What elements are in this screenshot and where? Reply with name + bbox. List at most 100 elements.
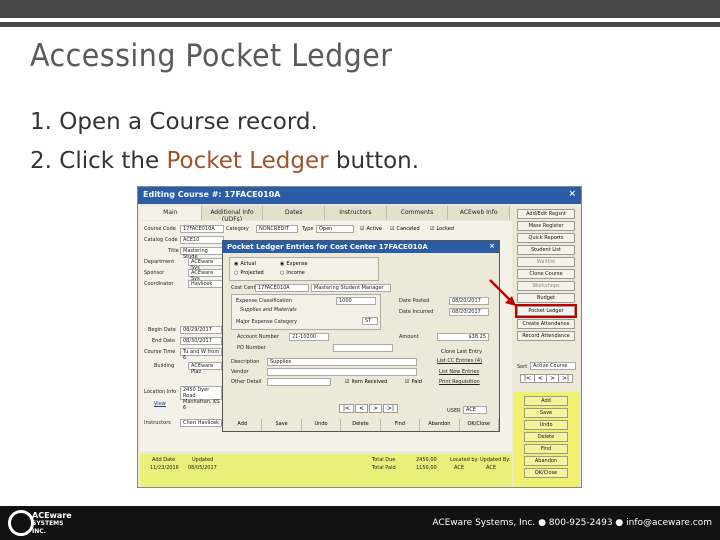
- course-totals-band: Add Date 11/23/2016 Updated 08/05/2017 T…: [140, 454, 512, 487]
- workshops-button[interactable]: Workshops: [517, 281, 575, 291]
- active-checkbox[interactable]: Active: [360, 226, 381, 232]
- budget-button[interactable]: Budget: [517, 293, 575, 303]
- find-button[interactable]: Find: [524, 444, 568, 454]
- type-select[interactable]: Open: [316, 225, 354, 233]
- account-number-label: Account Number: [237, 334, 279, 340]
- ledger-ok-close-button[interactable]: OK/Close: [459, 419, 499, 431]
- list-new-entries-button[interactable]: List New Entries: [439, 369, 479, 375]
- quick-reports-button[interactable]: Quick Reports: [517, 233, 575, 243]
- description-field[interactable]: Supplies: [267, 358, 417, 366]
- instructors-field[interactable]: Cheri Havlicek: [180, 419, 222, 427]
- begin-date-field[interactable]: 08/29/2017: [180, 326, 222, 334]
- income-radio[interactable]: Income: [280, 270, 304, 276]
- account-number-field[interactable]: 21-10200: [289, 333, 329, 341]
- projected-radio[interactable]: Projected: [234, 270, 263, 276]
- end-date-field[interactable]: 08/30/2017: [180, 337, 222, 345]
- clone-course-button[interactable]: Clone Course: [517, 269, 575, 279]
- create-attendance-button[interactable]: Create Attendance: [517, 319, 575, 329]
- ledger-last-button[interactable]: >|: [383, 404, 399, 413]
- title-field[interactable]: Mastering Stude: [180, 247, 224, 260]
- tab-additional-info[interactable]: Additional Info (UDFs): [201, 206, 264, 223]
- abandon-button[interactable]: Abandon: [524, 456, 568, 466]
- item-received-checkbox[interactable]: Item Received: [345, 379, 387, 385]
- updated-by-value: ACE: [486, 465, 496, 471]
- close-icon[interactable]: ×: [568, 189, 576, 199]
- first-record-button[interactable]: |<: [520, 374, 536, 383]
- close-icon[interactable]: ×: [489, 242, 495, 250]
- locked-checkbox[interactable]: Locked: [430, 226, 453, 232]
- expense-radio[interactable]: Expense: [280, 261, 307, 267]
- logo-text: ACEware SYSTEMS INC.: [32, 512, 72, 536]
- other-detail-field[interactable]: [267, 378, 331, 386]
- course-code-field[interactable]: 17FACE010A: [180, 225, 224, 233]
- expense-class-select[interactable]: 1000: [336, 297, 376, 305]
- mass-register-button[interactable]: Mass Register: [517, 221, 575, 231]
- po-number-label: PO Number: [237, 345, 266, 351]
- total-due-label: Total Due: [372, 457, 396, 463]
- list-cc-entries-button[interactable]: List CC Entries (4): [437, 358, 482, 364]
- ledger-next-button[interactable]: >: [369, 404, 383, 413]
- tab-comments[interactable]: Comments: [386, 206, 449, 220]
- ledger-title-bar: Pocket Ledger Entries for Cost Center 17…: [223, 241, 499, 253]
- tab-dates[interactable]: Dates: [263, 206, 326, 220]
- department-label: Department: [144, 259, 175, 265]
- student-list-button[interactable]: Student List: [517, 245, 575, 255]
- canceled-checkbox[interactable]: Canceled: [390, 226, 419, 232]
- clone-last-entry-link[interactable]: Clone Last Entry: [441, 349, 482, 355]
- last-record-button[interactable]: >|: [558, 374, 574, 383]
- date-incurred-field[interactable]: 08/20/2017: [449, 308, 489, 316]
- building-select[interactable]: ACEware Plaz: [188, 362, 222, 375]
- ledger-undo-button[interactable]: Undo: [301, 419, 342, 431]
- add-button[interactable]: Add: [524, 396, 568, 406]
- vendor-field[interactable]: [267, 368, 417, 376]
- cost-center-field[interactable]: 17FACE010A: [255, 284, 309, 292]
- actual-radio[interactable]: Actual: [234, 261, 256, 267]
- ledger-delete-button[interactable]: Delete: [341, 419, 381, 431]
- ledger-first-button[interactable]: |<: [339, 404, 355, 413]
- course-time-field[interactable]: Tu and W from 6: [180, 348, 222, 361]
- ledger-add-button[interactable]: Add: [223, 419, 263, 431]
- view-link[interactable]: View: [154, 401, 166, 407]
- save-button[interactable]: Save: [524, 408, 568, 418]
- tab-aceweb-info[interactable]: ACEweb Info: [448, 206, 511, 220]
- date-incurred-label: Date Incurred: [399, 309, 434, 315]
- po-number-field[interactable]: [333, 344, 393, 352]
- amount-field[interactable]: $38.25: [437, 333, 489, 341]
- location-field[interactable]: 2450 Dyer Road Manhattan, KS 6: [180, 386, 222, 411]
- pocket-ledger-button[interactable]: Pocket Ledger: [515, 304, 577, 318]
- ledger-save-button[interactable]: Save: [262, 419, 302, 431]
- waitlist-button[interactable]: Waitlist: [517, 257, 575, 267]
- ledger-title: Pocket Ledger Entries for Cost Center 17…: [227, 243, 428, 251]
- total-paid-value: 1150.00: [416, 465, 437, 471]
- user-label: USER: [447, 408, 461, 414]
- department-select[interactable]: ACEware Sys: [188, 258, 224, 271]
- coordinator-label: Coordinator: [144, 281, 174, 287]
- paid-checkbox[interactable]: Paid: [405, 379, 421, 385]
- tab-instructors[interactable]: Instructors: [325, 206, 387, 220]
- ledger-find-button[interactable]: Find: [380, 419, 421, 431]
- major-category-field[interactable]: ST: [362, 317, 378, 325]
- date-posted-label: Date Posted: [399, 298, 430, 304]
- major-category-label: Major Expense Category: [236, 319, 298, 325]
- entry-type-group: Actual Projected Expense Income: [229, 257, 379, 281]
- date-posted-field[interactable]: 08/20/2017: [449, 297, 489, 305]
- ledger-prev-button[interactable]: <: [355, 404, 369, 413]
- logo-circle-icon: [8, 510, 34, 536]
- ledger-abandon-button[interactable]: Abandon: [420, 419, 460, 431]
- steps-list: 1. Open a Course record. 2. Click the Po…: [30, 103, 419, 181]
- print-requisition-button[interactable]: Print Requisition: [439, 379, 480, 385]
- coordinator-select[interactable]: Havlicek: [188, 280, 224, 288]
- ok-close-button[interactable]: OK/Close: [524, 468, 568, 478]
- delete-button[interactable]: Delete: [524, 432, 568, 442]
- add-edit-regsnt-button[interactable]: Add/Edit Regsnt: [517, 209, 575, 219]
- category-select[interactable]: NONCREDIT: [256, 225, 298, 233]
- catalog-code-field[interactable]: ACE10: [180, 236, 224, 244]
- sort-select[interactable]: Active Course: [530, 362, 576, 370]
- record-attendance-button[interactable]: Record Attendance: [517, 331, 575, 341]
- begin-date-label: Begin Date: [148, 327, 176, 333]
- sponsor-select[interactable]: ACEware Sys: [188, 269, 224, 282]
- undo-button[interactable]: Undo: [524, 420, 568, 430]
- tab-main[interactable]: Main: [140, 206, 202, 220]
- sort-label: Sort: [517, 364, 528, 370]
- instructors-label: Instructors: [144, 420, 171, 426]
